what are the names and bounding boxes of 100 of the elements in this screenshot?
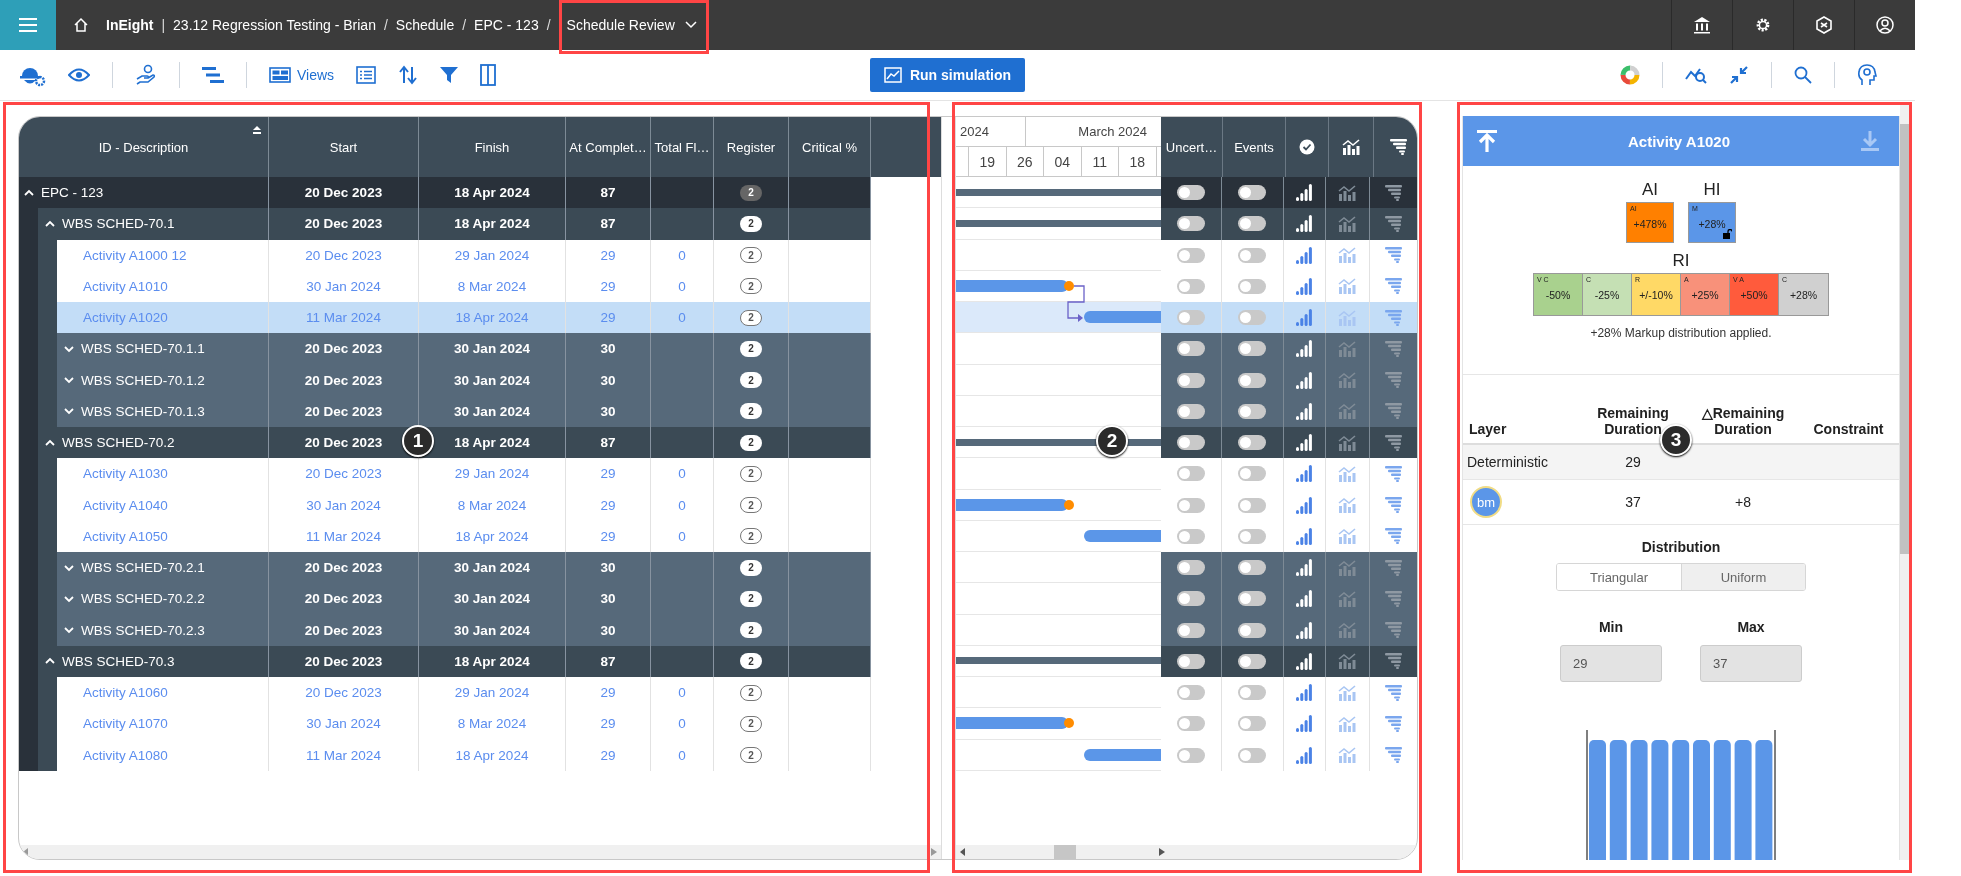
padlock-icon[interactable] (1723, 229, 1732, 239)
toggle-switch[interactable] (1176, 372, 1205, 388)
count-badge: 2 (740, 403, 762, 420)
toggle-switch[interactable] (1238, 622, 1267, 638)
task-bar[interactable] (956, 498, 1074, 511)
arrow-left-icon[interactable] (23, 848, 29, 856)
toggle-switch[interactable] (1238, 685, 1267, 701)
segment-button[interactable]: Uniform (1681, 564, 1805, 590)
gantt-icon[interactable] (202, 66, 224, 84)
toggle-switch[interactable] (1176, 685, 1205, 701)
toggle-switch[interactable] (1238, 560, 1267, 576)
table-row[interactable]: WBS SCHED-70.3 20 Dec 2023 18 Apr 2024 87 2 (38, 645, 871, 677)
home-icon[interactable] (73, 17, 89, 33)
toggle-switch[interactable] (1176, 716, 1205, 732)
task-bar[interactable] (956, 717, 1074, 730)
toggle-switch[interactable] (1176, 591, 1205, 607)
run-simulation-button[interactable]: Run simulation (869, 58, 1026, 92)
table-row[interactable]: WBS SCHED-70.2.2 20 Dec 2023 30 Jan 2024 30 2 (57, 583, 871, 615)
toggle-switch[interactable] (1176, 560, 1205, 576)
toggle-switch[interactable] (1238, 435, 1267, 451)
toggle-switch[interactable] (1176, 185, 1205, 201)
upload-arrow-icon[interactable] (1477, 130, 1497, 152)
scroll-thumb[interactable] (1054, 845, 1076, 859)
breadcrumb-link[interactable]: EPC - 123 (474, 17, 539, 33)
toggle-switch[interactable] (1176, 466, 1205, 482)
table-row[interactable]: WBS SCHED-70.1.2 20 Dec 2023 30 Jan 2024 30 2 (57, 364, 871, 396)
table-row[interactable]: Activity A1020 11 Mar 2024 18 Apr 2024 29 0 2 (57, 302, 871, 334)
toggle-switch[interactable] (1176, 622, 1205, 638)
columns-icon[interactable] (480, 64, 497, 86)
impact-label: AI (1641, 180, 1659, 200)
toggle-switch[interactable] (1176, 341, 1205, 357)
toggle-switch[interactable] (1238, 185, 1267, 201)
toggle-switch[interactable] (1176, 528, 1205, 544)
toggle-switch[interactable] (1238, 747, 1267, 763)
tile-value: +25% (1691, 289, 1719, 301)
table-row[interactable]: WBS SCHED-70.2.1 20 Dec 2023 30 Jan 2024 30 2 (57, 552, 871, 584)
count-badge: 2 (740, 278, 762, 295)
task-bar[interactable] (1084, 529, 1161, 542)
check-circle-icon[interactable] (1299, 139, 1315, 155)
views-button[interactable]: Views (269, 67, 335, 83)
signal-bars-icon (1296, 215, 1313, 233)
filter-icon[interactable] (440, 66, 459, 84)
task-bar[interactable] (956, 279, 1074, 292)
toggle-switch[interactable] (1238, 653, 1267, 669)
table-row[interactable]: WBS SCHED-70.2.3 20 Dec 2023 30 Jan 2024 30 2 (57, 614, 871, 646)
breadcrumb-link[interactable]: Schedule (395, 17, 455, 33)
toggle-switch[interactable] (1238, 591, 1267, 607)
table-cell: 20 Dec 2023 (269, 333, 419, 365)
toggle-switch[interactable] (1238, 497, 1267, 513)
toggle-switch[interactable] (1176, 497, 1205, 513)
toggle-switch[interactable] (1238, 216, 1267, 232)
sort-icon[interactable] (398, 65, 419, 85)
table-row[interactable]: EPC - 123 20 Dec 2023 18 Apr 2024 87 2 (19, 177, 871, 209)
signal-bars-icon (1296, 590, 1313, 608)
table-cell: 0 (651, 489, 714, 521)
toggle-switch[interactable] (1238, 310, 1267, 326)
arrow-left-icon[interactable] (960, 848, 966, 856)
horizontal-scrollbar[interactable] (19, 845, 941, 859)
menu-button[interactable] (0, 0, 56, 50)
search-icon[interactable] (1794, 66, 1812, 84)
breadcrumb-link[interactable]: 23.12 Regression Testing - Brian (173, 17, 376, 33)
task-bar[interactable] (1084, 748, 1161, 761)
eye-icon[interactable] (68, 67, 90, 83)
bar-chart-icon (1338, 403, 1357, 420)
toggle-switch[interactable] (1238, 466, 1267, 482)
settings-icon[interactable] (1755, 17, 1771, 33)
arrow-right-icon[interactable] (1159, 848, 1165, 856)
table-row[interactable]: WBS SCHED-70.1.3 20 Dec 2023 30 Jan 2024 30 2 (57, 395, 871, 427)
color-wheel-icon[interactable] (1620, 65, 1640, 85)
list-icon[interactable] (356, 66, 377, 84)
hand-coin-icon[interactable] (135, 64, 157, 86)
breadcrumb-dropdown[interactable]: Schedule Review (566, 5, 697, 45)
tornado-icon (1385, 590, 1404, 607)
toggle-switch[interactable] (1238, 716, 1267, 732)
bar-chart-icon (1338, 215, 1357, 232)
user-icon[interactable] (1876, 16, 1894, 34)
toggle-switch[interactable] (1238, 247, 1267, 263)
toggle-switch[interactable] (1238, 278, 1267, 294)
toggle-switch[interactable] (1238, 372, 1267, 388)
toggle-switch[interactable] (1176, 310, 1205, 326)
horizontal-scrollbar[interactable] (956, 845, 1417, 859)
toggle-switch[interactable] (1176, 747, 1205, 763)
toggle-switch[interactable] (1176, 216, 1205, 232)
hexagon-icon[interactable] (1815, 16, 1833, 34)
table-cell: 30 Jan 2024 (269, 489, 419, 521)
tornado-icon (1385, 528, 1404, 545)
toggle-switch[interactable] (1176, 403, 1205, 419)
head-icon[interactable] (1857, 64, 1877, 86)
toggle-switch[interactable] (1176, 247, 1205, 263)
toggle-switch[interactable] (1176, 278, 1205, 294)
bank-icon[interactable] (1693, 16, 1711, 34)
toggle-switch[interactable] (1176, 435, 1205, 451)
collapse-arrows-icon[interactable] (1729, 65, 1749, 85)
bar-chart-icon (1338, 309, 1357, 326)
toggle-switch[interactable] (1238, 403, 1267, 419)
table-row[interactable]: WBS SCHED-70.1 20 Dec 2023 18 Apr 2024 87 2 (38, 208, 871, 240)
table-row[interactable]: WBS SCHED-70.1.1 20 Dec 2023 30 Jan 2024 30 2 (57, 333, 871, 365)
toggle-switch[interactable] (1238, 341, 1267, 357)
toggle-switch[interactable] (1176, 653, 1205, 669)
toggle-switch[interactable] (1238, 528, 1267, 544)
